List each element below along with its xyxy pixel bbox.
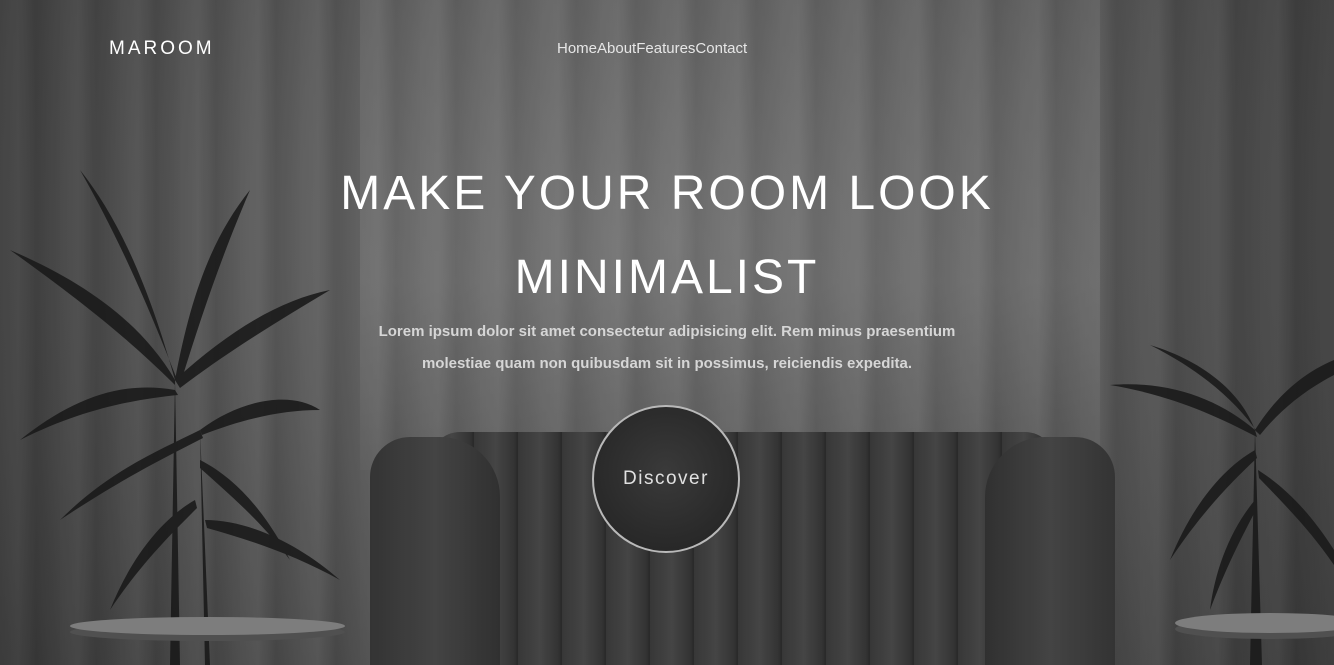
- nav-link-home[interactable]: Home: [557, 40, 597, 57]
- nav-link-about[interactable]: About: [597, 40, 636, 57]
- nav-item-about: About: [597, 40, 636, 58]
- nav-item-home: Home: [557, 40, 597, 58]
- nav-item-features: Features: [636, 40, 695, 58]
- hero-description: Lorem ipsum dolor sit amet consectetur a…: [378, 323, 956, 372]
- hero-section: MAROOM Home About Features Contact MAKE …: [0, 0, 1334, 665]
- nav-link-contact[interactable]: Contact: [695, 40, 747, 57]
- hero-title-line2: MINIMALIST: [514, 251, 820, 304]
- hero-title-line1: MAKE YOUR ROOM LOOK: [340, 167, 994, 220]
- nav-links: Home About Features Contact: [557, 40, 747, 58]
- nav-item-contact: Contact: [695, 40, 747, 58]
- discover-button[interactable]: Discover: [592, 405, 740, 553]
- hero-title: MAKE YOUR ROOM LOOK MINIMALIST: [0, 152, 1334, 320]
- nav-link-features[interactable]: Features: [636, 40, 695, 57]
- site-logo[interactable]: MAROOM: [109, 38, 215, 60]
